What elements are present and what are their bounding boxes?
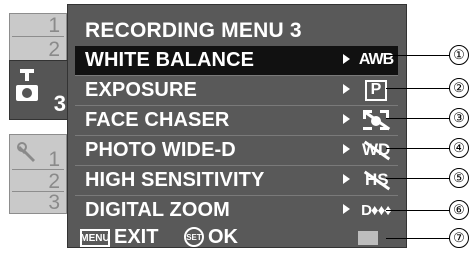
tab-recording-active[interactable]: 3 [9, 60, 71, 120]
menu-item-label: EXPOSURE [85, 79, 197, 101]
p-exposure-icon: P [360, 78, 392, 102]
menu-item-label: FACE CHASER [85, 109, 230, 131]
battery-icon [358, 231, 378, 245]
exit-label[interactable]: EXIT [114, 226, 158, 249]
arrow-right-icon [343, 54, 350, 64]
awb-icon: AWB [358, 51, 394, 68]
menu-title: RECORDING MENU 3 [85, 19, 302, 42]
callout-2: ② [449, 78, 469, 98]
menu-item-white-balance[interactable]: WHITE BALANCE AWB [75, 46, 398, 75]
callout-1: ① [449, 45, 469, 65]
menu-item-face-chaser[interactable]: FACE CHASER [75, 106, 398, 135]
menu-item-label: DIGITAL ZOOM [85, 199, 230, 221]
tab-setup-1[interactable]: 1 [48, 149, 60, 170]
ok-label[interactable]: OK [208, 226, 238, 249]
arrow-right-icon [343, 204, 350, 214]
callout-4: ④ [449, 138, 469, 158]
callout-7: ⑦ [449, 228, 469, 248]
callout-5: ⑤ [449, 168, 469, 188]
menu-tabs: 1 2 3 1 2 3 [9, 4, 72, 248]
arrow-right-icon [343, 114, 350, 124]
menu-key-badge: MENU [80, 229, 110, 247]
callout-line [386, 210, 450, 211]
callout-line [386, 238, 450, 239]
callout-6: ⑥ [449, 200, 469, 220]
tab-2[interactable]: 2 [48, 39, 60, 60]
tab-group-setup: 1 2 3 [9, 134, 67, 214]
high-sensitivity-off-icon: HS [360, 168, 392, 192]
tab-setup-3[interactable]: 3 [48, 192, 60, 213]
tab-divider [12, 36, 64, 37]
arrow-right-icon [343, 144, 350, 154]
callout-line [386, 148, 450, 149]
callout-line [386, 118, 450, 119]
callout-line [386, 88, 450, 89]
menu-item-label: WHITE BALANCE [85, 49, 255, 71]
arrow-right-icon [343, 174, 350, 184]
tab-3: 3 [53, 91, 66, 116]
arrow-right-icon [343, 84, 350, 94]
set-key-badge: SET [184, 227, 204, 247]
menu-item-high-sensitivity[interactable]: HIGH SENSITIVITY HS [75, 166, 398, 195]
camera-icon [16, 69, 38, 101]
menu-item-photo-wide-d[interactable]: PHOTO WIDE-D WD [75, 136, 398, 165]
recording-menu-panel: RECORDING MENU 3 WHITE BALANCE AWB EXPOS… [67, 4, 407, 248]
menu-item-exposure[interactable]: EXPOSURE P [75, 76, 398, 105]
menu-item-digital-zoom[interactable]: DIGITAL ZOOM D♦♦♦ [75, 196, 398, 225]
menu-item-label: PHOTO WIDE-D [85, 139, 236, 161]
callout-line [386, 178, 450, 179]
callout-3: ③ [449, 108, 469, 128]
wide-d-off-icon: WD [360, 138, 392, 162]
tab-1[interactable]: 1 [48, 15, 60, 36]
face-chaser-off-icon [360, 108, 392, 132]
menu-item-label: HIGH SENSITIVITY [85, 169, 265, 191]
tab-setup-2[interactable]: 2 [48, 171, 60, 192]
callout-line [386, 55, 450, 56]
wrench-icon [17, 142, 35, 162]
